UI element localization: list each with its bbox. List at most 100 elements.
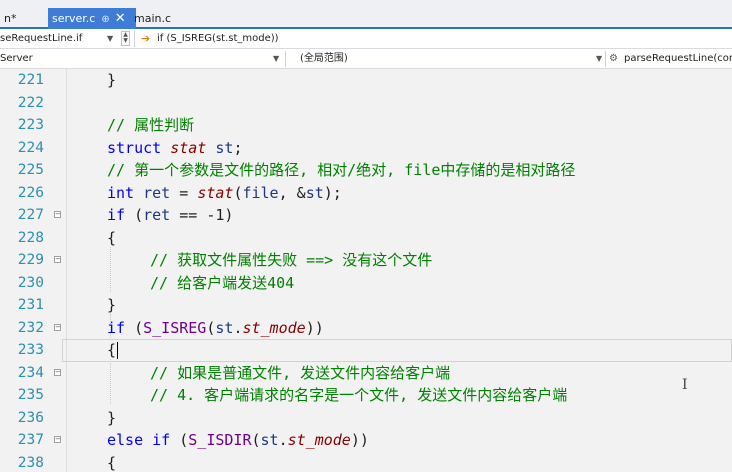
code-text: struct stat st; [107,137,242,160]
code-text: // 如果是普通文件, 发送文件内容给客户端 [150,362,450,385]
project-combo[interactable]: Server [0,50,270,67]
tab-server-c-label: server.c [52,12,96,25]
code-line[interactable]: 232− if (S_ISREG(st.st_mode)) [0,317,732,340]
code-token: == -1) [170,206,234,224]
code-line[interactable]: 229 − // 获取文件属性失败 ==> 没有这个文件 [0,249,732,272]
code-token: // 如果是普通文件, 发送文件内容给客户端 [150,363,451,382]
code-token: stat [170,138,207,157]
code-token: } [107,408,117,427]
code-text: // 第一个参数是文件的路径, 相对/绝对, file中存储的是相对路径 [107,159,575,182]
code-line[interactable]: 237− else if (S_ISDIR(st.st_mode)) [0,429,732,452]
code-text: { [107,452,116,472]
line-number: 238 [17,454,44,471]
tab-server-c[interactable]: server.c ⊕ ✕ [48,8,136,29]
document-tab-bar: n* server.c ⊕ ✕ main.c [0,0,732,29]
function-combo[interactable]: seRequestLine.if [0,30,104,47]
tab-main-c-label: main.c [134,12,172,25]
code-token: if [107,206,135,224]
divider [134,31,135,47]
code-token: else if [107,431,180,449]
code-text: // 给客户端发送404 [150,272,294,295]
code-line[interactable]: 227 − if (ret == -1) [0,204,732,227]
code-token: )) [305,318,324,337]
code-text: } [107,69,116,92]
code-text: } [107,407,116,430]
arrow-right-icon: ➔ [141,32,151,45]
code-line[interactable]: 235 // 4. 客户端请求的名字是一个文件, 发送文件内容给客户端 [0,384,732,407]
code-line[interactable]: 238 { [0,452,732,472]
fold-toggle-icon[interactable]: − [54,368,61,376]
nav-stepper[interactable]: ▲ ▼ [121,31,130,46]
code-token: )) [350,431,369,449]
fold-toggle-icon[interactable]: − [54,323,61,331]
line-number: 228 [17,229,44,246]
chevron-down-icon[interactable]: ▼ [596,50,602,67]
scope-combo[interactable]: (全局范围) [300,50,590,67]
text-caret [117,342,119,359]
code-token: S_ISDIR [188,431,252,449]
code-token: , & [278,183,306,202]
code-token: S_ISREG [143,318,207,337]
chevron-down-icon[interactable]: ▼ [273,50,279,67]
code-editor[interactable]: 221} 222 223 // 属性判断 224 struct stat st; 225 //… [0,69,732,472]
line-number: 235 [17,387,44,403]
line-number: 224 [17,139,44,156]
tab-previous[interactable]: n* [0,8,20,29]
code-text: if (S_ISREG(st.st_mode)) [107,317,324,340]
code-line[interactable]: 226 int ret = stat(file, &st); [0,182,732,205]
line-number: 234 [17,364,44,381]
code-line[interactable]: 221} [0,69,732,92]
code-token: file [242,183,279,202]
code-line[interactable]: 234 − // 如果是普通文件, 发送文件内容给客户端 [0,362,732,385]
code-token: ); [323,183,342,202]
code-line[interactable]: 223 // 属性判断 [0,114,732,137]
code-line[interactable]: 228 { [0,227,732,250]
code-token: st [215,318,234,337]
code-token: ret [143,183,171,202]
fold-toggle-icon[interactable]: − [54,436,61,443]
navigation-bar: seRequestLine.if ▼ ▲ ▼ ➔ if (S_ISREG(st.s… [0,29,732,49]
code-token: st [215,138,234,157]
scope-bar: Server ▼ (全局范围) ▼ ⚙ parseRequestLine(cor [0,49,732,69]
code-token: st_mode [242,318,306,337]
line-number: 229 [17,252,44,268]
fold-toggle-icon[interactable]: − [54,256,61,263]
line-number: 226 [17,184,44,201]
divider [605,51,606,67]
code-text: else if (S_ISDIR(st.st_mode)) [107,429,369,452]
code-text: } [107,294,116,317]
code-token: if [107,318,135,337]
code-line[interactable]: 225 // 第一个参数是文件的路径, 相对/绝对, file中存储的是相对路径 [0,159,732,182]
code-token: } [107,296,117,314]
code-token: { [107,228,117,247]
code-line[interactable]: 236} [0,407,732,430]
pin-icon[interactable]: ⊕ [101,14,109,25]
code-line[interactable]: 222 [0,92,732,115]
code-line[interactable]: 231} [0,294,732,317]
code-text: { [107,227,116,250]
code-line[interactable]: 224 struct stat st; [0,137,732,160]
line-number: 227 [17,207,44,223]
line-number: 225 [17,162,44,178]
code-token: { [107,341,117,359]
member-combo[interactable]: parseRequestLine(cor [624,50,732,67]
code-text: // 获取文件属性失败 ==> 没有这个文件 [150,249,432,272]
code-token: ( [134,206,144,224]
fold-toggle-icon[interactable]: − [54,211,61,218]
close-icon[interactable]: ✕ [115,11,126,26]
tab-previous-label: n* [4,12,17,25]
code-line[interactable]: 230 // 给客户端发送404 [0,272,732,295]
code-line[interactable]: 233 { [18,339,732,362]
chevron-down-icon[interactable]: ▼ [107,30,113,47]
code-token: . [278,431,288,449]
line-number: 230 [17,274,44,291]
code-token: // 给客户端发送404 [150,273,295,292]
code-token: st [305,183,324,202]
code-text: { [107,339,119,362]
code-token: // 属性判断 [107,116,195,134]
code-token: } [107,71,117,89]
tab-main-c[interactable]: main.c [130,8,175,29]
text-cursor-icon: I [682,377,688,393]
code-token: ( [251,431,261,449]
breadcrumb[interactable]: if (S_ISREG(st.st_mode)) [157,30,557,47]
